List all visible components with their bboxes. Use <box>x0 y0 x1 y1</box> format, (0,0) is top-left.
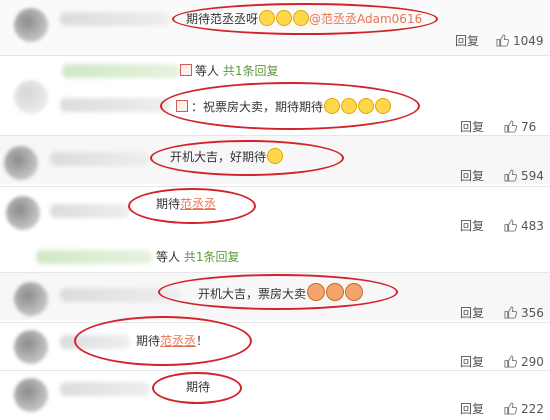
reply-icon <box>180 64 192 76</box>
thumbs-up-icon <box>504 355 517 368</box>
highlight-ring <box>160 82 420 130</box>
like-count: 594 <box>521 169 544 183</box>
divider <box>0 370 550 371</box>
highlight-ring <box>74 316 252 366</box>
thumbs-up-icon <box>504 306 517 319</box>
like-button[interactable]: 76 <box>504 119 536 135</box>
like-count: 1049 <box>513 34 544 48</box>
avatar[interactable] <box>6 196 40 230</box>
sub-reply-count[interactable]: 共1条回复 <box>184 250 240 264</box>
highlight-ring <box>128 188 256 224</box>
reply-button[interactable]: 回复 <box>460 401 484 417</box>
highlight-ring <box>158 274 398 310</box>
like-count: 222 <box>521 402 544 416</box>
highlight-ring <box>172 3 438 35</box>
avatar[interactable] <box>14 80 48 114</box>
reply-button[interactable]: 回复 <box>460 305 484 321</box>
sub-reply-summary[interactable]: 等人 共1条回复 <box>156 249 239 265</box>
reply-username-blurred[interactable] <box>62 64 180 78</box>
like-count: 483 <box>521 219 544 233</box>
avatar[interactable] <box>14 378 48 412</box>
reply-button[interactable]: 回复 <box>460 354 484 370</box>
like-button[interactable]: 483 <box>504 218 544 234</box>
avatar[interactable] <box>4 146 38 180</box>
reply-button[interactable]: 回复 <box>460 119 484 135</box>
highlight-ring <box>152 372 242 404</box>
like-count: 356 <box>521 306 544 320</box>
reply-button[interactable]: 回复 <box>460 168 484 184</box>
like-button[interactable]: 1049 <box>496 33 544 49</box>
thumbs-up-icon <box>496 34 509 47</box>
thumbs-up-icon <box>504 219 517 232</box>
avatar[interactable] <box>14 330 48 364</box>
thumbs-up-icon <box>504 120 517 133</box>
sub-reply-suffix: 等人 <box>195 64 220 78</box>
divider <box>0 272 550 273</box>
highlight-ring <box>150 140 344 176</box>
like-count: 290 <box>521 355 544 369</box>
like-count: 76 <box>521 120 537 134</box>
reply-button[interactable]: 回复 <box>455 33 479 49</box>
like-button[interactable]: 290 <box>504 354 544 370</box>
username-blurred[interactable] <box>50 204 130 218</box>
reply-button[interactable]: 回复 <box>460 218 484 234</box>
divider <box>0 55 550 56</box>
sub-reply-count[interactable]: 共1条回复 <box>223 64 279 78</box>
divider <box>0 186 550 187</box>
username-blurred[interactable] <box>60 382 150 396</box>
reply-username-blurred[interactable] <box>36 250 152 264</box>
thumbs-up-icon <box>504 402 517 415</box>
divider <box>0 135 550 136</box>
like-button[interactable]: 222 <box>504 401 544 417</box>
username-blurred[interactable] <box>50 152 150 166</box>
username-blurred[interactable] <box>60 98 170 112</box>
sub-reply-summary[interactable]: 等人 共1条回复 <box>180 63 278 79</box>
username-blurred[interactable] <box>60 12 170 26</box>
like-button[interactable]: 594 <box>504 168 544 184</box>
divider <box>0 322 550 323</box>
like-button[interactable]: 356 <box>504 305 544 321</box>
avatar[interactable] <box>14 282 48 316</box>
sub-reply-suffix: 等人 <box>156 250 181 264</box>
avatar[interactable] <box>14 8 48 42</box>
thumbs-up-icon <box>504 169 517 182</box>
